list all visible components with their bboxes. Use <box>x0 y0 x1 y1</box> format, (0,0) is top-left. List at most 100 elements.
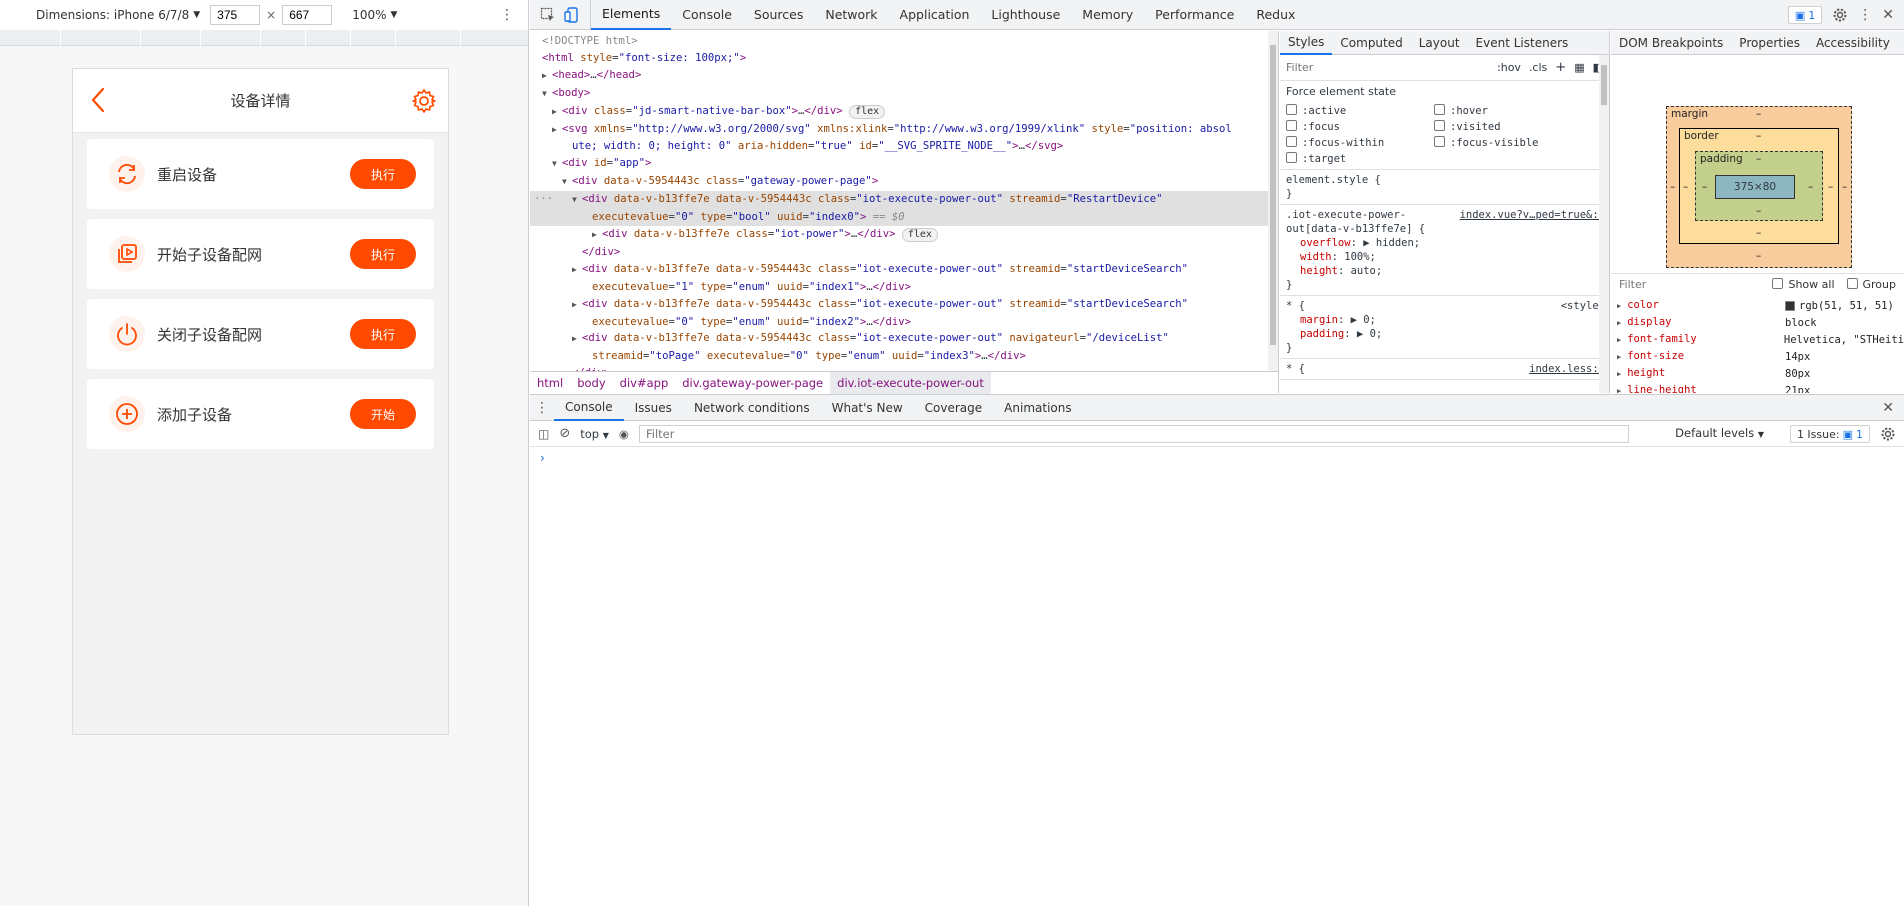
back-arrow-icon[interactable] <box>87 85 113 115</box>
drawer-tab-coverage[interactable]: Coverage <box>914 395 994 421</box>
style-rule-element[interactable]: element.style { } <box>1280 170 1609 205</box>
log-levels-select[interactable]: Default levels ▼ <box>1675 426 1764 440</box>
width-input[interactable] <box>210 5 261 25</box>
dom-node[interactable]: ▶ <head>…</head> <box>530 67 1278 85</box>
dom-node[interactable]: ▼ <body> <box>530 85 1278 103</box>
dom-node-selected[interactable]: ··· ▼ <div data-v-b13ffe7e data-v-5954443c… <box>530 191 1278 210</box>
color-swatch[interactable] <box>1785 300 1795 311</box>
drawer-menu-icon[interactable]: ⋮ <box>530 400 554 416</box>
more-options-icon[interactable]: ⋮ <box>500 7 514 23</box>
clear-console-icon[interactable]: ⊘ <box>559 426 570 441</box>
tab-memory[interactable]: Memory <box>1071 0 1144 30</box>
css-property[interactable]: margin: ▶ 0; <box>1286 313 1603 327</box>
computed-property[interactable]: colorrgb(51, 51, 51) <box>1611 297 1904 314</box>
execute-button[interactable]: 执行 <box>350 319 416 349</box>
state-hover-checkbox[interactable]: :hover <box>1434 104 1564 117</box>
drawer-tab-whats-new[interactable]: What's New <box>821 395 914 421</box>
dom-node[interactable]: ▶ <div data-v-b13ffe7e data-v-5954443c cl… <box>530 330 1278 348</box>
tab-application[interactable]: Application <box>889 0 981 30</box>
media-query-ruler[interactable] <box>0 30 528 46</box>
tab-dom-breakpoints[interactable]: DOM Breakpoints <box>1611 31 1731 55</box>
sidebar-toggle-icon[interactable]: ◫ <box>538 427 549 441</box>
inspect-element-icon[interactable] <box>540 7 556 23</box>
dom-node[interactable]: <!DOCTYPE html> <box>530 33 1278 50</box>
close-icon[interactable]: ✕ <box>1882 400 1894 416</box>
dom-node[interactable]: ▶ <div class="jd-smart-native-bar-box">…<… <box>530 103 1278 121</box>
computed-property[interactable]: line-height21px <box>1611 382 1904 393</box>
execute-button[interactable]: 执行 <box>350 239 416 269</box>
state-active-checkbox[interactable]: :active <box>1286 104 1434 117</box>
drawer-tab-network-conditions[interactable]: Network conditions <box>683 395 821 421</box>
dom-node[interactable]: ▶ <div data-v-b13ffe7e data-v-5954443c cl… <box>530 296 1278 314</box>
issues-badge[interactable]: ▣ 1 <box>1787 6 1823 24</box>
rule-source-link[interactable]: index.less:4 <box>1529 362 1605 376</box>
console-filter-input[interactable]: Filter <box>638 424 1629 443</box>
zoom-select[interactable]: 100% ▼ <box>352 8 397 22</box>
tab-console[interactable]: Console <box>671 0 743 30</box>
css-property[interactable]: padding: ▶ 0; <box>1286 327 1603 341</box>
breadcrumb-item[interactable]: html <box>530 376 570 390</box>
rule-source-link[interactable]: index.vue?v…ped=true&:3 <box>1460 208 1605 222</box>
console-issues-badge[interactable]: 1 Issue: ▣ 1 <box>1789 425 1870 443</box>
device-toolbar-icon[interactable] <box>564 6 580 23</box>
tab-sources[interactable]: Sources <box>743 0 814 30</box>
tab-network[interactable]: Network <box>814 0 888 30</box>
state-focus-visible-checkbox[interactable]: :focus-visible <box>1434 136 1564 149</box>
close-icon[interactable]: ✕ <box>1882 7 1894 23</box>
box-model-content[interactable]: 375×80 <box>1715 175 1795 199</box>
dom-node[interactable]: ▶ <div data-v-b13ffe7e class="iot-power">… <box>530 226 1278 244</box>
style-rule[interactable]: <style> * { margin: ▶ 0; padding: ▶ 0; } <box>1280 296 1609 359</box>
device-select[interactable]: Dimensions: iPhone 6/7/8 ▼ <box>36 8 200 22</box>
tab-properties[interactable]: Properties <box>1731 31 1808 55</box>
dom-node[interactable]: </div> <box>530 244 1278 261</box>
group-checkbox[interactable]: Group <box>1846 278 1896 291</box>
style-rule[interactable]: index.less:4 * { <box>1280 359 1609 380</box>
settings-gear-icon[interactable] <box>1832 7 1848 23</box>
more-options-icon[interactable]: ⋮ <box>1858 7 1872 23</box>
dom-node[interactable]: ▼ <div id="app"> <box>530 155 1278 173</box>
computed-property[interactable]: displayblock <box>1611 314 1904 331</box>
cls-toggle[interactable]: .cls <box>1529 61 1547 74</box>
tab-event-listeners[interactable]: Event Listeners <box>1468 31 1577 55</box>
breadcrumb-item[interactable]: div.gateway-power-page <box>675 376 830 390</box>
start-button[interactable]: 开始 <box>350 399 416 429</box>
dom-scrollbar[interactable] <box>1268 31 1278 371</box>
state-target-checkbox[interactable]: :target <box>1286 152 1434 165</box>
breadcrumb-item[interactable]: div#app <box>613 376 676 390</box>
execute-button[interactable]: 执行 <box>350 159 416 189</box>
show-all-checkbox[interactable]: Show all <box>1772 278 1835 291</box>
console-settings-icon[interactable] <box>1880 426 1896 442</box>
tab-computed[interactable]: Computed <box>1332 31 1410 55</box>
drawer-tab-issues[interactable]: Issues <box>624 395 683 421</box>
css-property[interactable]: height: auto; <box>1286 264 1603 278</box>
style-rule[interactable]: index.vue?v…ped=true&:3 .iot-execute-pow… <box>1280 205 1609 296</box>
css-property[interactable]: overflow: ▶ hidden; <box>1286 236 1603 250</box>
tab-layout[interactable]: Layout <box>1411 31 1468 55</box>
tab-elements[interactable]: Elements <box>591 0 672 30</box>
breadcrumb-item[interactable]: body <box>570 376 612 390</box>
styles-scrollbar[interactable] <box>1599 55 1609 393</box>
hov-toggle[interactable]: :hov <box>1497 61 1521 74</box>
console-prompt[interactable]: › <box>530 447 1904 469</box>
drawer-tab-animations[interactable]: Animations <box>993 395 1082 421</box>
tab-lighthouse[interactable]: Lighthouse <box>980 0 1071 30</box>
dom-node[interactable]: ▶ <svg xmlns="http://www.w3.org/2000/svg"… <box>530 121 1278 139</box>
computed-filter-input[interactable]: Filter <box>1619 278 1646 291</box>
breadcrumb-item-current[interactable]: div.iot-execute-power-out <box>830 371 991 394</box>
tab-performance[interactable]: Performance <box>1144 0 1245 30</box>
new-rule-icon[interactable]: + <box>1555 60 1566 75</box>
tab-redux[interactable]: Redux <box>1245 0 1306 30</box>
state-focus-checkbox[interactable]: :focus <box>1286 120 1434 133</box>
dom-node[interactable]: <html style="font-size: 100px;"> <box>530 50 1278 67</box>
css-property[interactable]: width: 100%; <box>1286 250 1603 264</box>
drawer-tab-console[interactable]: Console <box>554 395 624 421</box>
dom-node[interactable]: ▶ <div data-v-b13ffe7e data-v-5954443c cl… <box>530 261 1278 279</box>
tab-styles[interactable]: Styles <box>1280 31 1333 55</box>
paint-icon[interactable]: ▦ <box>1574 61 1584 74</box>
tab-accessibility[interactable]: Accessibility <box>1808 31 1898 55</box>
computed-property[interactable]: font-size14px <box>1611 348 1904 365</box>
settings-gear-icon[interactable] <box>410 87 438 115</box>
height-input[interactable] <box>282 5 333 25</box>
computed-property[interactable]: height80px <box>1611 365 1904 382</box>
computed-property[interactable]: font-familyHelvetica, "STHeiti <box>1611 331 1904 348</box>
